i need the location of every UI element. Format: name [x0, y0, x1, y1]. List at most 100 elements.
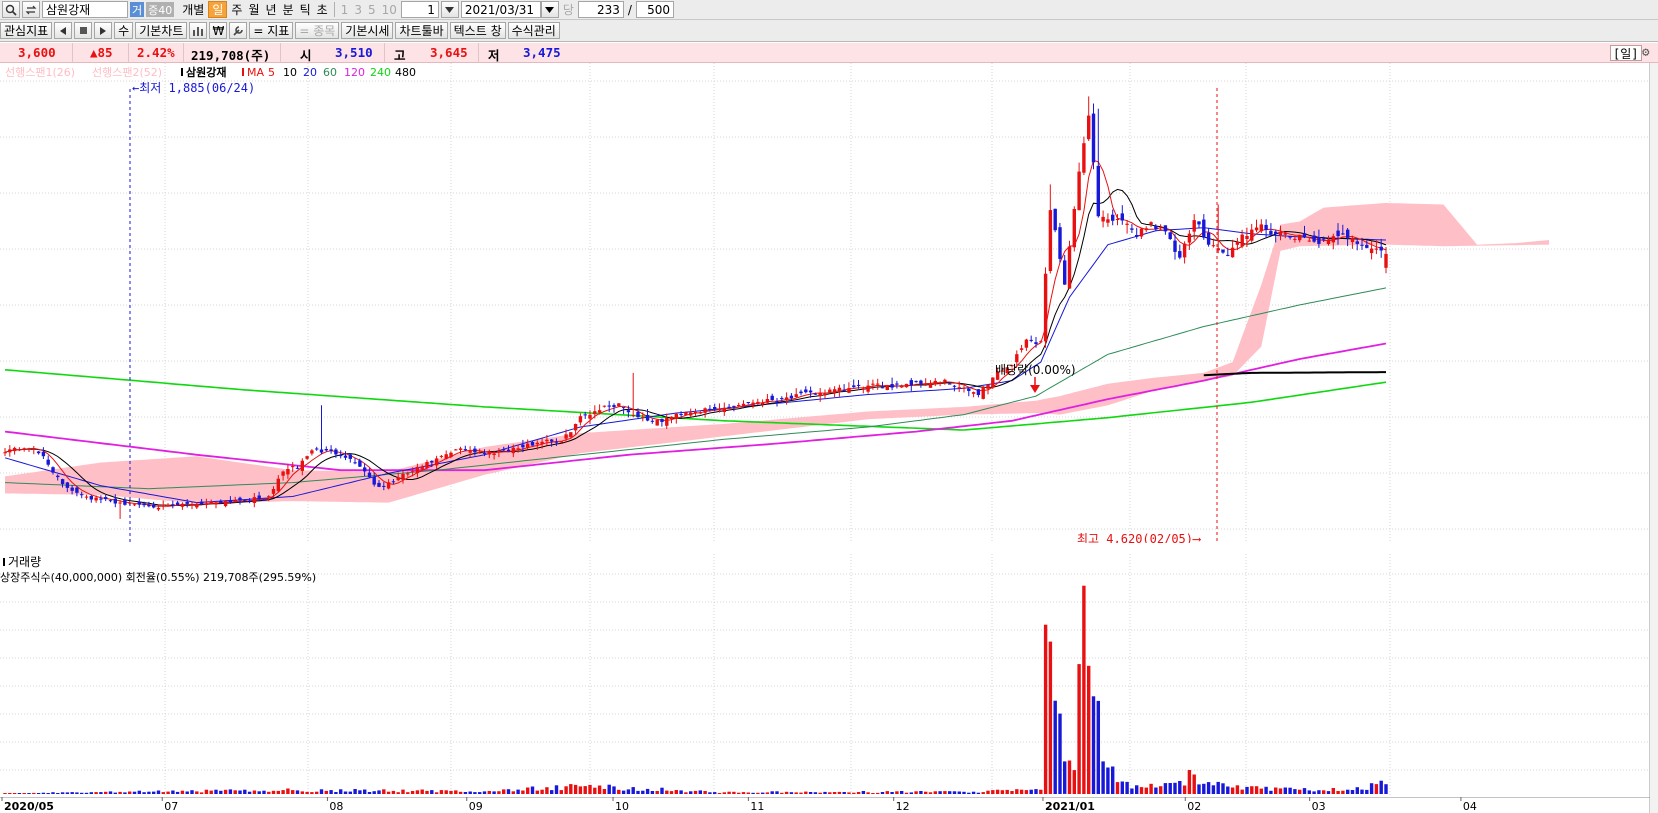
individual-mode[interactable]: 개별 — [180, 1, 206, 18]
candle-body — [1106, 219, 1110, 223]
candle-body — [1072, 209, 1076, 248]
search-icon[interactable] — [2, 1, 20, 18]
period-month-button[interactable]: 월 — [246, 1, 261, 18]
candle-body — [1168, 232, 1172, 239]
interval-1-button[interactable]: 1 — [339, 3, 351, 17]
volume-bar — [41, 792, 46, 794]
text-window-button[interactable]: 텍스트 창 — [449, 22, 506, 39]
volume-bar — [717, 793, 722, 794]
period-tick-button[interactable]: 틱 — [298, 1, 313, 18]
open-price: 3,510 — [335, 45, 373, 60]
candle-body — [228, 500, 233, 502]
candle-body — [343, 455, 348, 458]
volume-bar — [573, 784, 578, 794]
currency-button[interactable]: ₩ — [209, 22, 228, 39]
candle-body — [214, 502, 218, 505]
legend-ma480: 480 — [395, 66, 416, 79]
candle-body — [281, 471, 285, 476]
volume-bar — [463, 792, 468, 794]
candle-body — [99, 498, 103, 500]
period-week-button[interactable]: 주 — [229, 1, 244, 18]
interval-5-button[interactable]: 5 — [366, 3, 378, 17]
candle-body — [765, 399, 770, 403]
candle-body — [199, 501, 204, 504]
period-minute-button[interactable]: 분 — [281, 1, 296, 18]
indicator-button[interactable]: = 지표 — [249, 22, 294, 39]
interval-input[interactable]: 1 — [400, 1, 439, 18]
candle-body — [717, 408, 722, 411]
volume-bar — [262, 790, 266, 794]
x-tick-label: 07 — [164, 800, 178, 813]
date-field[interactable]: 2021/03/31 — [460, 1, 541, 18]
basic-quote-button[interactable]: 기본시세 — [341, 22, 394, 39]
high-price: 3,645 — [430, 45, 468, 60]
volume-bar — [1226, 786, 1230, 794]
volume-bar — [286, 788, 290, 794]
volume-bar — [631, 787, 635, 794]
candle-body — [434, 458, 439, 466]
volume-bar — [152, 791, 156, 794]
volume-bar — [569, 784, 573, 794]
candle-body — [209, 501, 213, 504]
quote-bar: 3,600 ▲85 2.42% 219,708(주) 시 3,510 고 3,6… — [0, 43, 1658, 63]
candle-body — [559, 441, 563, 443]
interval-3-button[interactable]: 3 — [352, 3, 364, 17]
period-day-button[interactable]: 일 — [208, 1, 228, 18]
x-tick-label: 12 — [896, 800, 910, 813]
margin-tag: 증40 — [146, 2, 175, 17]
volume-bar — [856, 792, 861, 794]
volume-bar — [1087, 665, 1091, 794]
interval-10-button[interactable]: 10 — [380, 3, 399, 17]
volume-bar — [128, 791, 132, 794]
stop-icon[interactable] — [74, 22, 93, 39]
candle-body — [852, 385, 856, 388]
volume-bar — [761, 792, 765, 794]
chart-settings-icon[interactable] — [189, 22, 208, 39]
formula-manage-button[interactable]: 수식관리 — [507, 22, 560, 39]
interval-dropdown-icon[interactable] — [440, 1, 459, 18]
volume-chart[interactable]: 거래량 상장주식수(40,000,000) 회전율(0.55%) 219,708… — [0, 554, 1650, 797]
candle-body — [276, 478, 280, 492]
volume-bar — [1034, 789, 1038, 794]
candle-body — [1096, 165, 1100, 217]
period-year-button[interactable]: 년 — [263, 1, 278, 18]
wrench-icon[interactable] — [229, 22, 248, 39]
candle-body — [904, 383, 909, 388]
total-field[interactable]: 500 — [635, 1, 674, 18]
interest-indicator-button[interactable]: 관심지표 — [0, 22, 53, 39]
period-second-button[interactable]: 초 — [315, 1, 330, 18]
basic-chart-button[interactable]: 기본차트 — [135, 22, 188, 39]
settings-gear-icon[interactable]: ⚙ — [1642, 44, 1650, 59]
candle-body — [75, 487, 79, 493]
volume-bar — [933, 791, 937, 794]
volume-bar — [238, 790, 242, 794]
candle-body — [794, 394, 798, 397]
su-button[interactable]: 수 — [114, 22, 134, 39]
candle-body — [703, 408, 707, 413]
price-chart[interactable]: ←최저 1,885(06/24) 최고 4,620(02/05)⟶ 배당락(0.… — [0, 63, 1650, 543]
volume-bar — [1178, 781, 1182, 794]
price-change: ▲85 — [90, 45, 113, 60]
candle-body — [295, 467, 300, 469]
volume-bar — [1187, 770, 1192, 794]
volume-bar — [737, 792, 741, 794]
scroll-left-icon[interactable] — [54, 22, 73, 39]
volume-bar — [789, 792, 794, 794]
item-button[interactable]: = 종목 — [295, 22, 340, 39]
volume-bar — [271, 790, 276, 794]
candle-body — [1178, 251, 1182, 258]
candle-body — [1350, 238, 1355, 243]
chart-toolbar-button[interactable]: 차트툴바 — [395, 22, 448, 39]
date-dropdown-icon[interactable] — [540, 1, 559, 18]
vertical-scrollbar[interactable] — [1649, 63, 1658, 813]
swap-icon[interactable] — [22, 1, 40, 18]
candle-body — [65, 482, 70, 488]
quote-divider — [384, 43, 385, 63]
volume-bar — [1144, 787, 1148, 794]
volume-bar — [952, 791, 957, 794]
scroll-right-icon[interactable] — [94, 22, 113, 39]
volume-bar — [1254, 786, 1259, 794]
stock-name-field[interactable]: 삼원강재 — [42, 1, 128, 18]
candle-body — [770, 395, 774, 401]
count-field[interactable]: 233 — [577, 1, 624, 18]
